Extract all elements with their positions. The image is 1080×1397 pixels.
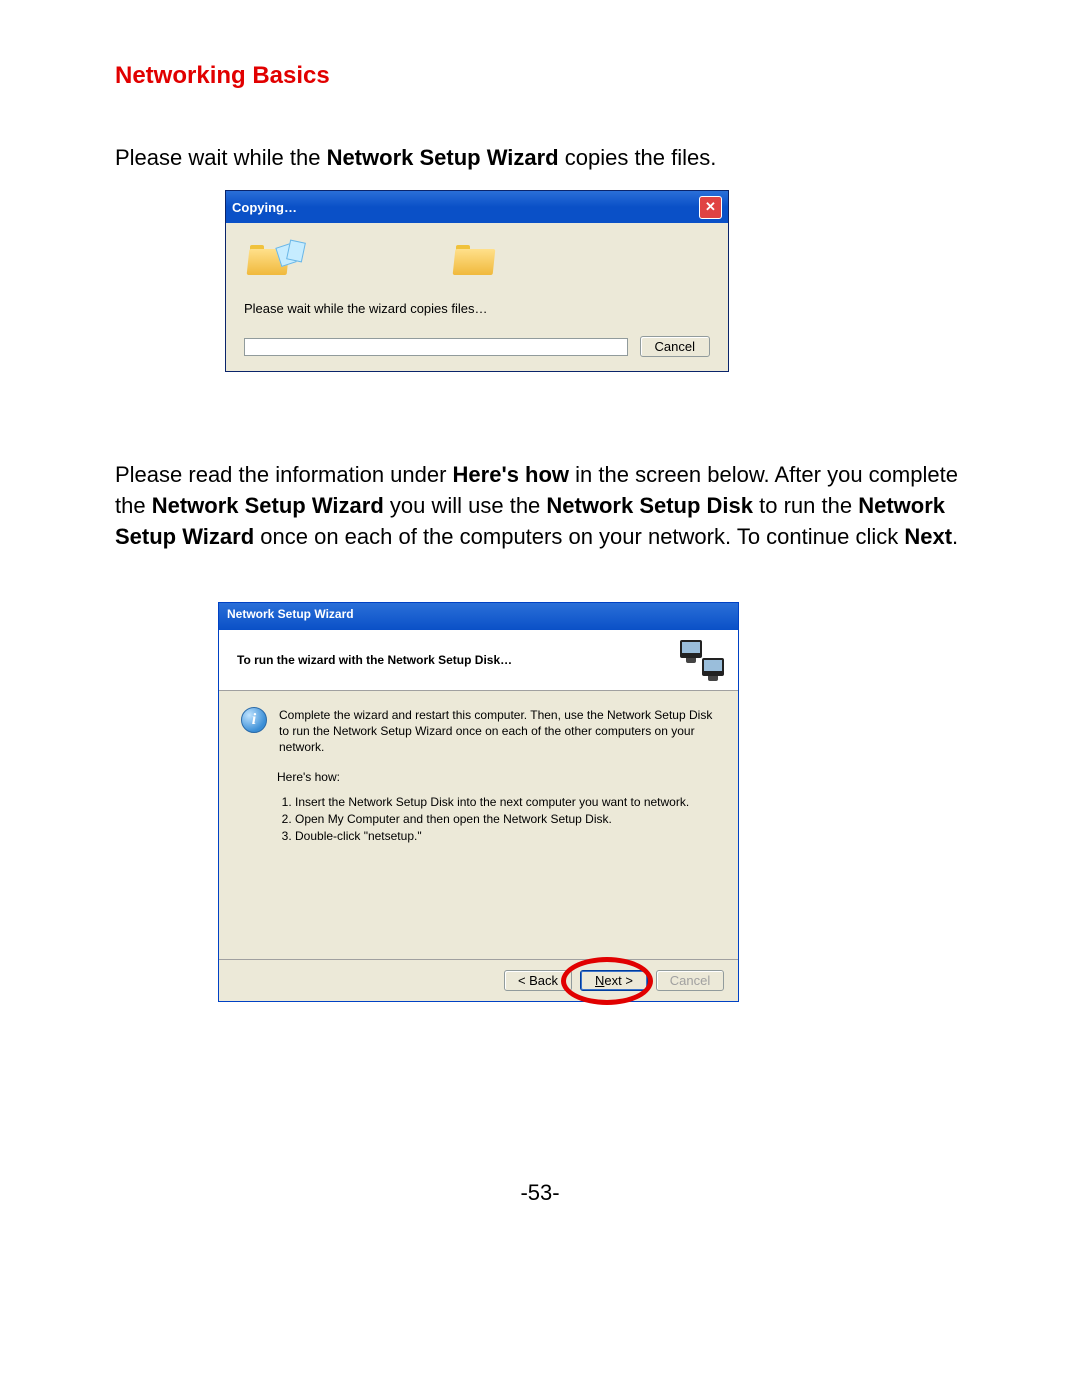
paragraph-2: Please read the information under Here's… — [115, 460, 965, 552]
info-icon: i — [241, 707, 267, 733]
progress-bar — [244, 338, 628, 356]
wizard-dialog: Network Setup Wizard To run the wizard w… — [218, 602, 739, 1002]
wizard-info-text: Complete the wizard and restart this com… — [279, 707, 716, 756]
close-icon[interactable]: ✕ — [699, 196, 722, 219]
wizard-step: Open My Computer and then open the Netwo… — [295, 811, 716, 828]
wizard-header-text: To run the wizard with the Network Setup… — [237, 653, 512, 667]
heres-how-label: Here's how: — [277, 770, 716, 784]
copying-title: Copying… — [232, 200, 297, 215]
flying-papers-icon — [278, 241, 306, 267]
wizard-titlebar: Network Setup Wizard — [219, 603, 738, 630]
wizard-step: Double-click "netsetup." — [295, 828, 716, 845]
page-number: -53- — [0, 1180, 1080, 1206]
wizard-footer: < Back Next > Cancel — [219, 959, 738, 1001]
back-button[interactable]: < Back — [504, 970, 572, 991]
computers-icon — [680, 640, 724, 680]
paragraph-1: Please wait while the Network Setup Wiza… — [115, 143, 965, 174]
copying-dialog: Copying… ✕ Please wait while the wizard … — [225, 190, 729, 372]
wizard-steps: Insert the Network Setup Disk into the n… — [277, 794, 716, 846]
next-button[interactable]: Next > — [580, 970, 648, 991]
folder-open-icon — [454, 245, 494, 275]
copying-titlebar: Copying… ✕ — [226, 191, 728, 223]
wizard-header: To run the wizard with the Network Setup… — [219, 630, 738, 691]
copy-animation — [244, 233, 710, 293]
cancel-button[interactable]: Cancel — [640, 336, 710, 357]
page-title: Networking Basics — [115, 62, 330, 90]
cancel-button: Cancel — [656, 970, 724, 991]
wizard-step: Insert the Network Setup Disk into the n… — [295, 794, 716, 811]
copying-message: Please wait while the wizard copies file… — [244, 301, 710, 316]
